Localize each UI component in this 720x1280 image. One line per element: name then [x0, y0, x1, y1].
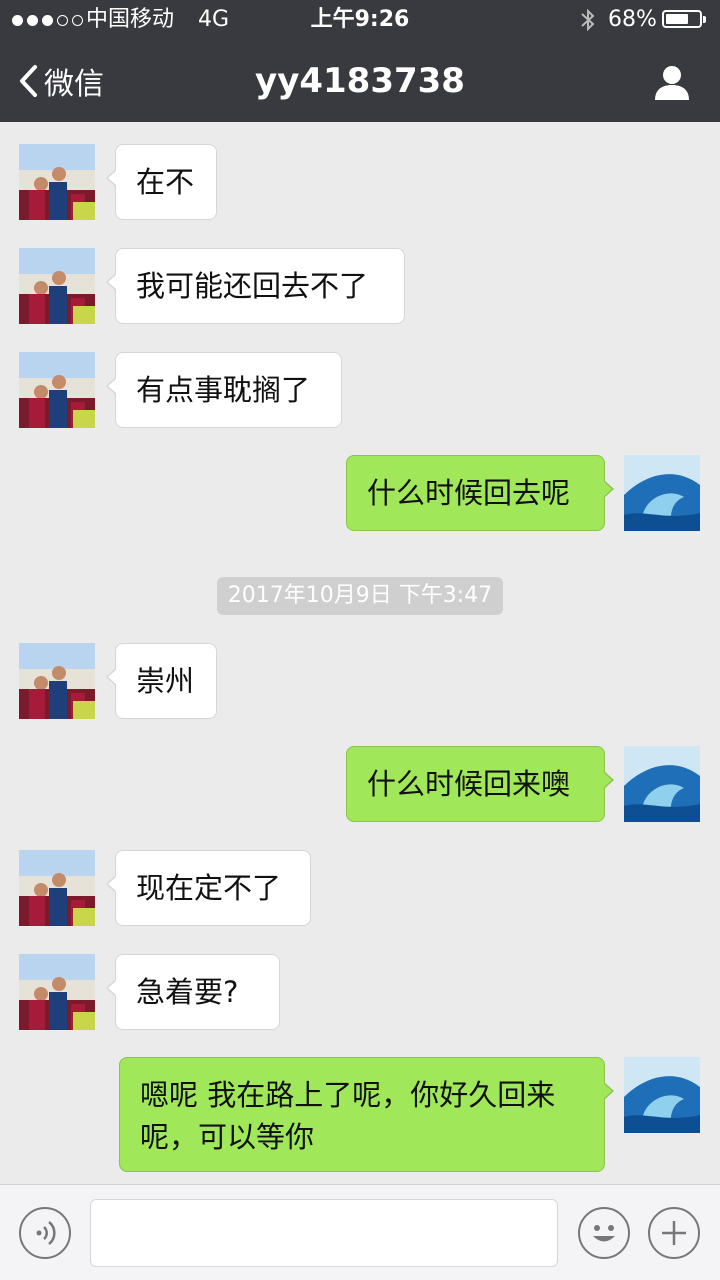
- profile-icon[interactable]: [652, 62, 692, 102]
- message-bubble-outgoing[interactable]: 嗯呢 我在路上了呢，你好久回来呢，可以等你: [119, 1057, 614, 1172]
- voice-button[interactable]: [19, 1207, 71, 1259]
- message-bubble-outgoing[interactable]: 什么时候回来噢: [346, 746, 614, 822]
- my-avatar[interactable]: [624, 746, 700, 822]
- contact-avatar[interactable]: [19, 352, 95, 428]
- message-bubble-incoming[interactable]: 急着要?: [106, 954, 280, 1030]
- emoji-icon: [593, 1225, 615, 1242]
- nav-bar: 微信 yy4183738: [0, 40, 720, 122]
- voice-icon: [36, 1221, 56, 1245]
- plus-icon: [662, 1221, 686, 1245]
- chat-history[interactable]: 在不 我可能还回去不了 有点事耽搁了 什么时候回去呢 2017年10月9日 下午…: [0, 122, 720, 1184]
- battery-percent: 68%: [608, 7, 657, 32]
- contact-avatar[interactable]: [19, 248, 95, 324]
- top-bar: 中国移动 4G 上午9:26 68% 微信 yy4183738: [0, 0, 720, 122]
- contact-avatar[interactable]: [19, 850, 95, 926]
- contact-avatar[interactable]: [19, 643, 95, 719]
- battery-tip: [703, 16, 706, 23]
- message-bubble-incoming[interactable]: 现在定不了: [106, 850, 311, 926]
- battery-icon: [662, 10, 706, 28]
- message-bubble-outgoing[interactable]: 什么时候回去呢: [346, 455, 614, 531]
- status-bar: 中国移动 4G 上午9:26 68%: [0, 0, 720, 40]
- more-button[interactable]: [648, 1207, 700, 1259]
- bluetooth-icon: [581, 8, 595, 32]
- contact-avatar[interactable]: [19, 954, 95, 1030]
- my-avatar[interactable]: [624, 455, 700, 531]
- message-bubble-incoming[interactable]: 我可能还回去不了: [106, 248, 405, 324]
- contact-avatar[interactable]: [19, 144, 95, 220]
- message-input[interactable]: [90, 1199, 558, 1267]
- emoji-button[interactable]: [578, 1207, 630, 1259]
- message-input-bar: [0, 1184, 720, 1280]
- message-bubble-incoming[interactable]: 崇州: [106, 643, 217, 719]
- battery-level: [666, 14, 688, 24]
- chat-title: yy4183738: [255, 61, 465, 101]
- message-bubble-incoming[interactable]: 在不: [106, 144, 217, 220]
- timestamp-label: 2017年10月9日 下午3:47: [217, 577, 503, 615]
- message-bubble-incoming[interactable]: 有点事耽搁了: [106, 352, 342, 428]
- my-avatar[interactable]: [624, 1057, 700, 1133]
